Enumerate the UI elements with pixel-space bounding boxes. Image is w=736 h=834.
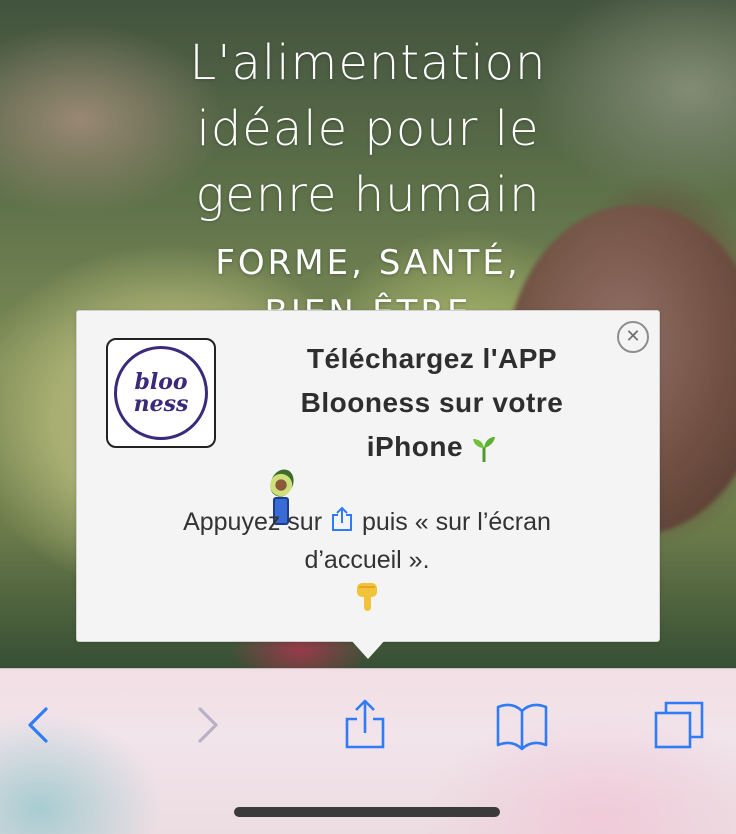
forward-icon[interactable] <box>178 697 234 753</box>
logo-text-line: bloo <box>134 369 188 395</box>
popup-instructions: Appuyez sur puis « sur l’écran d’accueil… <box>117 503 617 579</box>
instruction-line-1: Appuyez sur puis « sur l’écran <box>117 503 617 541</box>
hero-title: L'alimentation idéale pour le genre huma… <box>0 30 736 228</box>
hero-title-line: L'alimentation <box>189 35 547 91</box>
close-popup-button[interactable]: ✕ <box>617 321 649 353</box>
seedling-icon <box>473 436 496 462</box>
share-icon <box>331 506 352 531</box>
share-icon[interactable] <box>337 697 393 753</box>
pointing-down-icon <box>357 583 377 611</box>
logo-text-line: ness <box>133 391 189 417</box>
popup-heading: Téléchargez l'APP Blooness sur votre iPh… <box>266 337 597 525</box>
hero-subtitle-line: FORME, SANTÉ, <box>215 243 521 283</box>
instruction-text-after-icon: puis « sur l’écran <box>361 508 551 536</box>
hero-title-line: idéale pour le <box>196 101 540 157</box>
bookmarks-icon[interactable] <box>494 697 550 753</box>
home-indicator[interactable] <box>234 807 500 817</box>
instruction-line-2: d’accueil ». <box>304 546 430 574</box>
popup-heading-line: iPhone <box>366 431 464 462</box>
avocado-icon <box>266 465 298 501</box>
install-app-popup: ✕ bloo ness Téléchargez l'APP Blooness s… <box>76 310 660 642</box>
popup-heading-line: Blooness sur votre <box>300 387 564 418</box>
logo-ring: bloo ness <box>114 346 208 440</box>
hero-title-line: genre humain <box>195 167 541 223</box>
back-icon[interactable] <box>12 697 68 753</box>
popup-pointer-arrow <box>350 639 386 659</box>
popup-heading-line: Téléchargez l'APP <box>306 343 558 374</box>
app-logo: bloo ness <box>106 338 216 448</box>
instruction-text-before-icon: Appuyez sur <box>183 508 329 536</box>
tabs-icon[interactable] <box>652 697 708 753</box>
